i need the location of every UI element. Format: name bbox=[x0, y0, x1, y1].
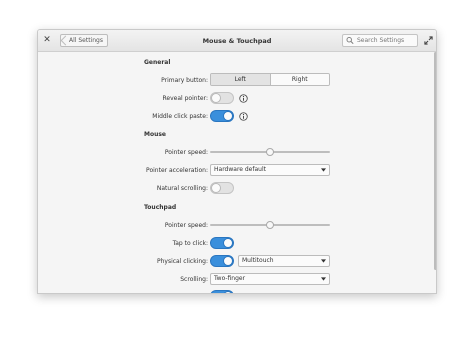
pointer-acceleration-value: Hardware default bbox=[214, 166, 266, 173]
primary-right-option[interactable]: Right bbox=[270, 74, 329, 85]
scrolling-value: Two-finger bbox=[214, 275, 246, 282]
chevron-down-icon bbox=[321, 259, 326, 263]
pointer-acceleration-label: Pointer acceleration: bbox=[146, 167, 208, 174]
section-mouse-heading: Mouse bbox=[144, 131, 167, 138]
switch-knob bbox=[223, 111, 233, 121]
switch-knob bbox=[211, 183, 221, 193]
touchpad-pointer-speed-slider[interactable] bbox=[210, 221, 330, 229]
primary-left-option[interactable]: Left bbox=[211, 74, 271, 85]
titlebar: ✕ All Settings Mouse & Touchpad bbox=[38, 30, 436, 52]
mouse-pointer-speed-label: Pointer speed: bbox=[164, 149, 208, 156]
natural-scrolling-label: Natural scrolling: bbox=[156, 185, 208, 192]
middle-click-switch[interactable] bbox=[210, 110, 234, 122]
chevron-down-icon bbox=[321, 168, 326, 172]
scrolling-select[interactable]: Two-finger bbox=[210, 273, 330, 285]
primary-button-label: Primary button: bbox=[161, 77, 208, 84]
partial-switch[interactable] bbox=[210, 290, 234, 293]
physical-clicking-value: Multitouch bbox=[242, 257, 274, 264]
section-touchpad-heading: Touchpad bbox=[144, 204, 177, 211]
switch-knob bbox=[223, 291, 233, 293]
reveal-pointer-label: Reveal pointer: bbox=[162, 95, 208, 102]
switch-knob bbox=[223, 256, 233, 266]
reveal-pointer-switch[interactable] bbox=[210, 92, 234, 104]
pointer-acceleration-select[interactable]: Hardware default bbox=[210, 164, 330, 176]
info-icon[interactable] bbox=[239, 112, 248, 121]
search-field[interactable] bbox=[342, 34, 418, 47]
scrolling-label: Scrolling: bbox=[180, 276, 208, 283]
physical-clicking-switch[interactable] bbox=[210, 255, 234, 267]
info-icon[interactable] bbox=[239, 94, 248, 103]
settings-content: General Primary button: Left Right Revea… bbox=[38, 52, 436, 293]
primary-button-selector: Left Right bbox=[210, 73, 330, 86]
settings-window: ✕ All Settings Mouse & Touchpad General … bbox=[37, 29, 437, 294]
search-input[interactable] bbox=[357, 37, 417, 44]
switch-knob bbox=[223, 238, 233, 248]
slider-handle[interactable] bbox=[266, 221, 274, 229]
search-icon bbox=[346, 37, 354, 45]
chevron-down-icon bbox=[321, 277, 326, 281]
physical-clicking-label: Physical clicking: bbox=[156, 258, 208, 265]
tap-to-click-switch[interactable] bbox=[210, 237, 234, 249]
maximize-icon[interactable] bbox=[424, 36, 433, 45]
section-general-heading: General bbox=[144, 59, 171, 66]
touchpad-pointer-speed-label: Pointer speed: bbox=[164, 222, 208, 229]
physical-clicking-select[interactable]: Multitouch bbox=[238, 255, 330, 267]
switch-knob bbox=[211, 93, 221, 103]
tap-to-click-label: Tap to click: bbox=[172, 240, 208, 247]
scrollbar[interactable] bbox=[434, 52, 436, 270]
mouse-pointer-speed-slider[interactable] bbox=[210, 148, 330, 156]
natural-scrolling-switch[interactable] bbox=[210, 182, 234, 194]
slider-handle[interactable] bbox=[266, 148, 274, 156]
middle-click-label: Middle click paste: bbox=[152, 113, 208, 120]
